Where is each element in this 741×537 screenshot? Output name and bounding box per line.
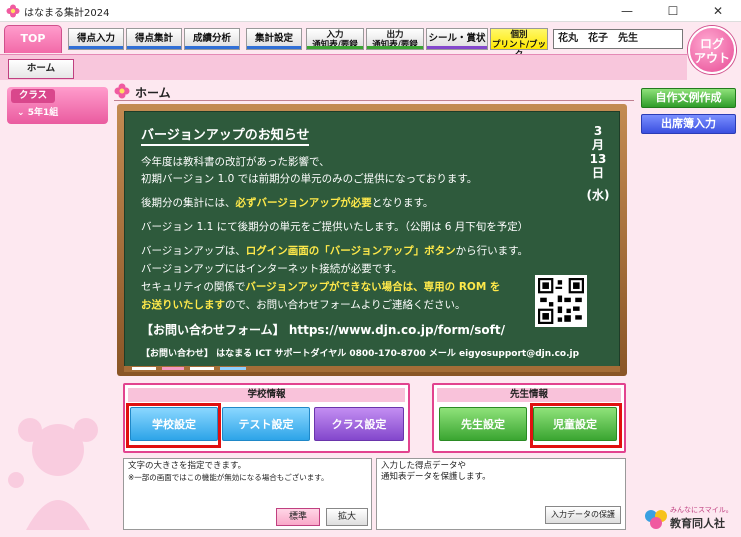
teacher-settings-button[interactable]: 先生設定: [439, 407, 527, 441]
main-nav: TOP 得点入力 得点集計 成績分析 集計設定 入力 通知表/要録 出力 通知表…: [0, 22, 741, 60]
notice-line: 今年度は教科書の改訂があった影響で、: [141, 156, 330, 168]
class-item-label: 5年1組: [27, 108, 59, 118]
nav-bar-green: [307, 46, 363, 49]
backup-desc-line2: 通知表データを保護します。: [381, 472, 491, 482]
attendance-input-button[interactable]: 出席簿入力: [641, 114, 736, 134]
notice-text: ので、お問い合わせフォームよりご連絡ください。: [225, 299, 466, 311]
brand-name: 教育同人社: [670, 517, 725, 530]
font-size-desc: 文字の大きさを指定できます。: [128, 461, 247, 471]
nav-analysis-label: 成績分析: [192, 33, 231, 44]
notice-text: 後期分の集計には、: [141, 197, 236, 209]
notice-highlight: お送りいたします: [141, 299, 225, 311]
notice-board: バージョンアップのお知らせ 3 月 13 日 (水) 今年度は教科書の改訂があっ…: [117, 104, 627, 376]
nav-report-input-line1: 入力: [326, 30, 344, 40]
page-title: ホーム: [135, 86, 171, 100]
flower-icon: [114, 83, 130, 99]
qr-code-icon: [535, 275, 587, 327]
maximize-button[interactable]: ☐: [650, 0, 696, 22]
teacher-info-title: 先生情報: [437, 388, 621, 402]
notice-line: セキュリティの関係でバージョンアップができない場合は、専用の ROM を: [141, 279, 500, 294]
nav-bar-purple: [427, 46, 487, 49]
date-day: 13: [589, 152, 607, 166]
nav-settings-label: 集計設定: [254, 33, 293, 44]
top-tab[interactable]: TOP: [4, 25, 62, 53]
data-backup-box: 入力した得点データや 通知表データを保護します。 入力データの保護: [376, 458, 626, 530]
school-info-title: 学校情報: [128, 388, 405, 402]
notice-text: バージョンアップは、: [141, 245, 246, 257]
logout-button[interactable]: ログ アウト: [688, 26, 736, 74]
font-size-note: ※一部の画面ではこの機能が無効になる場合もございます。: [128, 473, 329, 482]
publisher-brand: みんなにスマイル。 教育同人社: [644, 505, 738, 533]
notice-text: セキュリティの関係で: [141, 281, 246, 293]
chalk-tray: [124, 366, 620, 372]
brand-slogan: みんなにスマイル。: [670, 506, 733, 514]
highlight-box: [530, 403, 622, 448]
close-button[interactable]: ✕: [695, 0, 741, 22]
nav-bar-green: [367, 46, 423, 49]
custom-example-button[interactable]: 自作文例作成: [641, 88, 736, 108]
notice-line: 初期バージョン 1.0 では前期分の単元のみのご提供になっております。: [141, 173, 478, 185]
class-item[interactable]: ⌄ 5年1組: [17, 105, 58, 118]
smile-logo-icon: [645, 510, 667, 529]
nav-print-line1: 個別: [510, 30, 528, 40]
nav-settings-button[interactable]: 集計設定: [246, 28, 302, 50]
font-normal-button[interactable]: 標準: [276, 508, 320, 526]
nav-bar-blue: [127, 46, 181, 49]
notice-date: 3 月 13 日 (水): [585, 124, 611, 202]
notice-text: から行います。: [455, 245, 529, 257]
nav-bar-blue: [69, 46, 123, 49]
date-weekday: (水): [586, 188, 610, 202]
nav-report-output-button[interactable]: 出力 通知表/要録: [366, 28, 424, 50]
font-large-button[interactable]: 拡大: [326, 508, 368, 526]
test-settings-button[interactable]: テスト設定: [222, 407, 310, 441]
highlight-box: [126, 403, 221, 448]
nav-bar-blue: [185, 46, 239, 49]
page-header: ホーム: [114, 83, 634, 101]
app-flower-icon: [6, 4, 20, 18]
notice-highlight: 必ずバージョンアップが必要: [235, 197, 372, 209]
notice-text: となります。: [371, 197, 434, 209]
nav-score-input-label: 得点入力: [76, 33, 115, 44]
nav-score-input-button[interactable]: 得点入力: [68, 28, 124, 50]
class-header: クラス: [11, 89, 55, 103]
support-contact: 【お問い合わせ】 はなまる ICT サポートダイヤル 0800-170-8700…: [141, 349, 580, 359]
nav-score-total-label: 得点集計: [134, 33, 173, 44]
girl-illustration: [8, 418, 98, 530]
nav-analysis-button[interactable]: 成績分析: [184, 28, 240, 50]
contact-form-url: 【お問い合わせフォーム】 https://www.djn.co.jp/form/…: [141, 323, 505, 337]
backup-desc-line1: 入力した得点データや: [381, 461, 467, 471]
protect-data-button[interactable]: 入力データの保護: [545, 506, 621, 524]
notice-highlight: ログイン画面の「バージョンアップ」ボタン: [245, 245, 456, 257]
date-month: 3: [593, 124, 603, 138]
notice-line: お送りいたしますので、お問い合わせフォームよりご連絡ください。: [141, 297, 466, 312]
nav-bar-blue: [247, 46, 301, 49]
font-size-box: 文字の大きさを指定できます。 ※一部の画面ではこの機能が無効になる場合もございま…: [123, 458, 372, 530]
chevron-down-icon: ⌄: [17, 108, 25, 118]
title-bar: はなまる集計2024 — ☐ ✕: [0, 0, 741, 22]
nav-seal-button[interactable]: シール・賞状: [426, 28, 488, 50]
date-day-unit: 日: [591, 166, 604, 180]
notice-line: バージョン 1.1 にて後期分の単元をご提供いたします。（公開は 6 月下旬を予…: [141, 221, 529, 233]
nav-seal-label: シール・賞状: [428, 33, 486, 44]
chalkboard: バージョンアップのお知らせ 3 月 13 日 (水) 今年度は教科書の改訂があっ…: [124, 111, 620, 367]
notice-line: バージョンアップにはインターネット接続が必要です。: [141, 263, 403, 275]
nav-report-input-button[interactable]: 入力 通知表/要録: [306, 28, 364, 50]
logout-line2: アウト: [693, 51, 730, 65]
class-settings-button[interactable]: クラス設定: [314, 407, 404, 441]
window-title: はなまる集計2024: [24, 8, 110, 19]
home-sub-button[interactable]: ホーム: [8, 59, 74, 79]
class-panel: クラス ⌄ 5年1組: [7, 87, 108, 124]
notice-highlight: バージョンアップができない場合は、専用の ROM を: [245, 281, 501, 293]
notice-line: 後期分の集計には、必ずバージョンアップが必要となります。: [141, 195, 433, 210]
sub-nav: ホーム: [0, 54, 687, 80]
nav-report-output-line1: 出力: [386, 30, 404, 40]
minimize-button[interactable]: —: [604, 0, 650, 22]
notice-title: バージョンアップのお知らせ: [141, 124, 310, 146]
logout-line1: ログ: [699, 37, 724, 51]
nav-score-total-button[interactable]: 得点集計: [126, 28, 182, 50]
user-name: 花丸 花子 先生: [553, 29, 683, 49]
notice-line: バージョンアップは、ログイン画面の「バージョンアップ」ボタンから行います。: [141, 243, 528, 258]
nav-print-button[interactable]: 個別 プリント/ブック: [490, 28, 548, 60]
date-month-unit: 月: [591, 138, 604, 152]
